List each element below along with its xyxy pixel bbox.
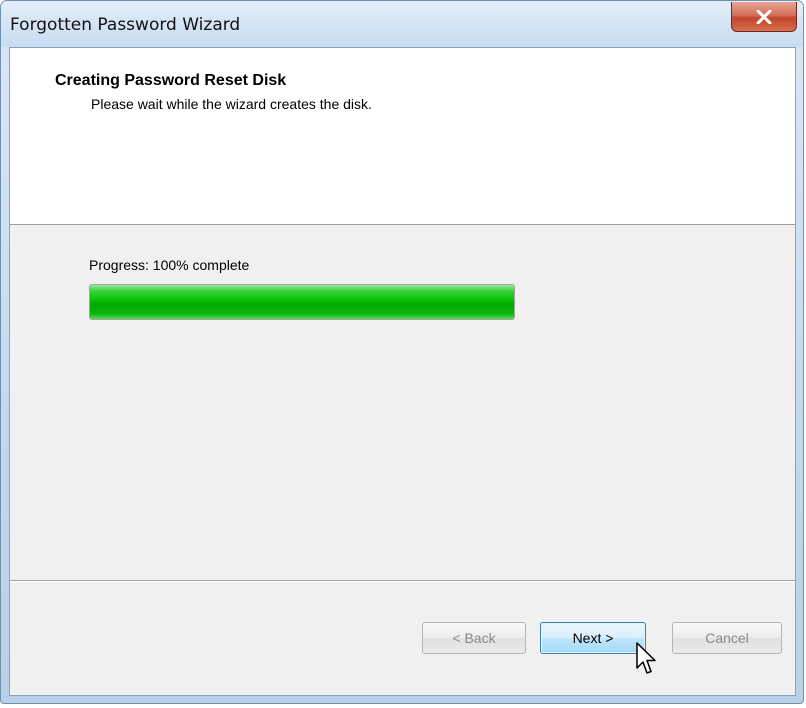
page-title: Creating Password Reset Disk — [55, 72, 287, 89]
next-button[interactable]: Next > — [540, 622, 646, 654]
wizard-header: Creating Password Reset Disk Please wait… — [10, 48, 795, 225]
mouse-pointer-icon — [636, 642, 656, 674]
wizard-client-area: Creating Password Reset Disk Please wait… — [9, 47, 796, 696]
page-subtitle: Please wait while the wizard creates the… — [91, 96, 372, 112]
progress-bar-fill — [90, 285, 514, 319]
close-icon — [756, 9, 772, 24]
cancel-button[interactable]: Cancel — [672, 622, 782, 654]
progress-bar — [89, 284, 515, 320]
close-button[interactable] — [731, 2, 797, 32]
title-bar[interactable]: Forgotten Password Wizard — [1, 1, 803, 47]
back-button[interactable]: < Back — [422, 622, 526, 654]
footer-divider — [10, 580, 795, 582]
wizard-window: Forgotten Password Wizard Creating Passw… — [0, 0, 804, 704]
progress-label: Progress: 100% complete — [89, 257, 250, 273]
window-title: Forgotten Password Wizard — [10, 15, 241, 35]
